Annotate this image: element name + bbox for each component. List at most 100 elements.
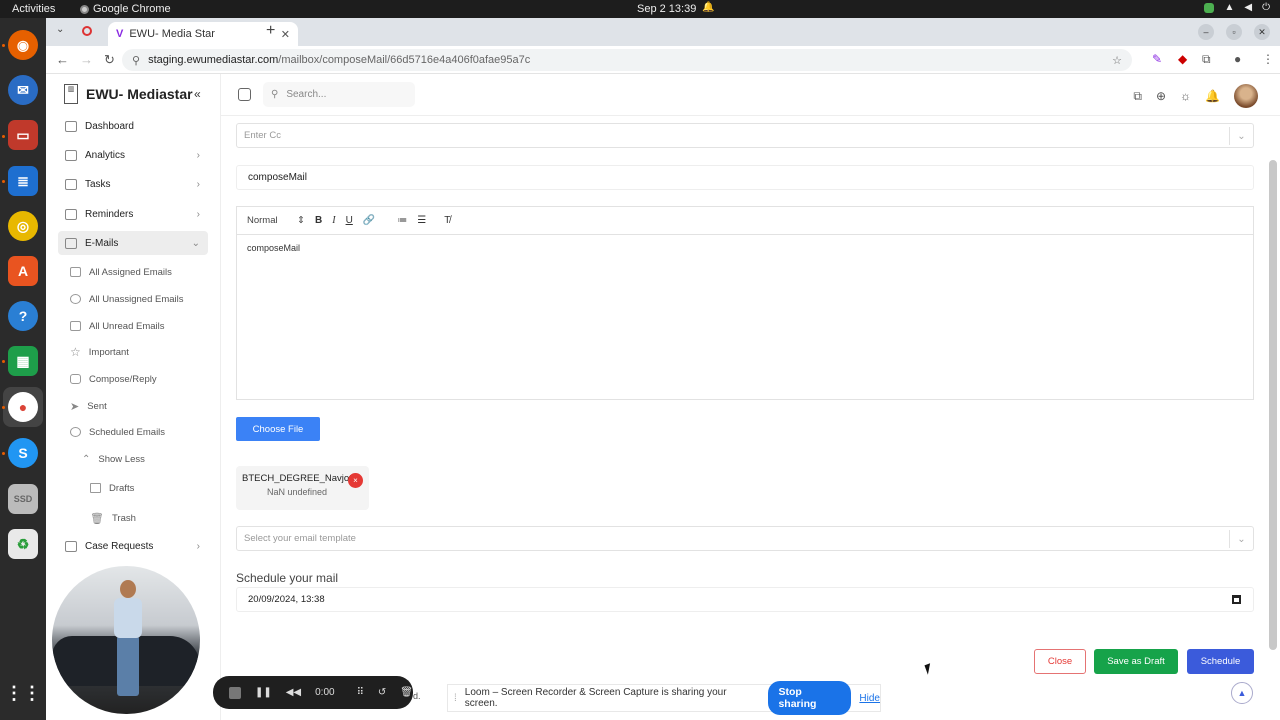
notifications-icon[interactable]: 🔔 [1205,89,1220,103]
sidebar-item-case-requests[interactable]: Case Requests › [58,534,208,558]
chrome-dock-icon[interactable]: ● [8,392,38,422]
sidebar-item-analytics[interactable]: Analytics › [58,143,208,167]
clear-format-icon[interactable]: T̸ [444,215,450,226]
skype-icon[interactable]: S [8,438,38,468]
ordered-list-icon[interactable]: ≔ [397,215,407,226]
theme-sun-icon[interactable]: ☼ [1180,89,1191,103]
drag-handle-icon[interactable]: ⠿ [357,687,364,698]
remove-attachment-icon[interactable]: × [348,473,363,488]
sidebar-sub-label: Important [88,346,129,358]
schedule-button[interactable]: Schedule [1187,649,1254,674]
calendar-picker-icon[interactable] [1232,595,1241,604]
share-message: Loom – Screen Recorder & Screen Capture … [464,687,727,709]
user-avatar[interactable] [1234,84,1258,108]
schedule-datetime-input[interactable]: 20/09/2024, 13:38 [236,587,1254,612]
tab-search-icon[interactable]: ⌄ [56,24,64,35]
page-scrollbar[interactable] [1269,160,1277,650]
sidebar-item-emails[interactable]: E-Mails ⌄ [58,231,208,255]
activities-button[interactable]: Activities [12,3,55,15]
loom-camera-bubble[interactable] [52,566,200,714]
chrome-menu-icon[interactable]: ⋮ [1262,52,1274,66]
close-button[interactable]: Close [1034,649,1086,674]
sidebar-show-less[interactable]: ⌃ Show Less [82,449,222,469]
underline-icon[interactable]: U [346,215,353,226]
reload-button[interactable]: ↻ [104,52,115,68]
chevron-down-icon[interactable]: ⌄ [1229,530,1253,548]
firefox-icon[interactable]: ◉ [8,30,38,60]
rewind-icon[interactable]: ◀◀ [286,687,301,698]
maximize-button[interactable]: ▫ [1226,24,1242,40]
profile-icon[interactable]: ● [1234,52,1241,66]
extension-badge-icon[interactable]: ◆ [1178,52,1187,66]
template-select[interactable]: Select your email template ⌄ [236,526,1254,551]
back-button[interactable]: ← [56,52,69,67]
search-input[interactable]: ⚲ Search... [263,82,415,107]
bookmark-star-icon[interactable]: ☆ [1112,54,1122,67]
restart-icon[interactable]: ↺ [378,687,386,698]
sidebar-sub-all-assigned[interactable]: All Assigned Emails [70,262,210,282]
thunderbird-icon[interactable]: ✉ [8,75,38,105]
collapse-sidebar-icon[interactable]: « [194,87,201,101]
chevron-right-icon: › [196,540,200,552]
trash-icon[interactable]: ♻ [8,529,38,559]
site-info-icon[interactable]: ⚲ [132,54,140,67]
sidebar-sub-important[interactable]: ☆ Important [70,342,210,362]
clock[interactable]: Sep 2 13:39 [637,3,696,15]
address-bar[interactable]: ⚲ staging.ewumediastar.com/mailbox/compo… [122,49,1132,71]
link-icon[interactable]: 🔗 [363,215,375,226]
tab-close-icon[interactable]: ✕ [281,28,290,41]
sidebar-sub-scheduled[interactable]: Scheduled Emails [70,422,210,442]
drag-handle-icon[interactable]: ⁞ [454,693,457,704]
minimize-button[interactable]: – [1198,24,1214,40]
trash-can-icon: 🗑 [90,512,104,525]
sidebar-item-dashboard[interactable]: Dashboard [58,114,208,138]
ssd-drive-icon[interactable]: SSD [8,484,38,514]
save-draft-button[interactable]: Save as Draft [1094,649,1178,674]
chat-icon[interactable]: ⧉ [1133,89,1142,104]
italic-icon[interactable]: I [332,215,335,226]
chevron-down-icon[interactable]: ⌄ [1229,127,1253,145]
sidebar-sub-all-unread[interactable]: All Unread Emails [70,316,210,336]
subject-field[interactable]: composeMail [236,165,1254,190]
bullet-list-icon[interactable]: ☰ [417,215,426,226]
sidebar-sub-drafts[interactable]: Drafts [90,478,230,498]
show-apps-icon[interactable]: ⋮⋮ [5,678,41,708]
writer-icon[interactable]: ≣ [8,166,38,196]
pause-icon[interactable]: ❚❚ [255,687,272,698]
recording-timer: 0:00 [315,687,335,698]
forward-button[interactable]: → [80,52,93,67]
rhythmbox-icon[interactable]: ◎ [8,211,38,241]
hide-banner-link[interactable]: Hide [859,693,880,704]
cc-select[interactable]: Enter Cc ⌄ [236,123,1254,148]
camera-person-shape [114,580,142,700]
sidebar-sub-sent[interactable]: ➤ Sent [70,396,210,416]
help-icon[interactable]: ? [8,301,38,331]
stop-sharing-button[interactable]: Stop sharing [768,681,852,715]
system-tray[interactable]: ▲ ◀ ⏻ [1204,2,1270,13]
extensions-puzzle-icon[interactable]: ⧉ [1202,52,1211,67]
active-app-menu[interactable]: Google Chrome [80,3,171,15]
sidebar-item-tasks[interactable]: Tasks › [58,172,208,196]
sidebar-item-label: Tasks [85,178,111,190]
app-center-icon[interactable]: A [8,256,38,286]
sidebar-item-label: Dashboard [85,120,134,132]
sidebar-sub-all-unassigned[interactable]: All Unassigned Emails [70,289,210,309]
stop-recording-button[interactable] [229,686,241,699]
choose-file-button[interactable]: Choose File [236,417,320,441]
format-select[interactable]: Normal ⇕ [247,215,305,226]
files-icon[interactable]: ▭ [8,120,38,150]
sidebar-sub-compose[interactable]: Compose/Reply [70,369,210,389]
close-window-button[interactable]: ✕ [1254,24,1270,40]
scroll-top-icon[interactable]: ▲ [1231,682,1253,704]
add-circle-icon[interactable]: ⊕ [1156,89,1166,103]
pen-extension-icon[interactable]: ✎ [1152,52,1162,66]
new-tab-button[interactable]: + [266,22,275,40]
calendar-icon[interactable] [238,88,251,101]
bold-icon[interactable]: B [315,215,322,226]
sidebar-sub-trash[interactable]: 🗑 Trash [90,508,230,528]
sidebar-item-reminders[interactable]: Reminders › [58,202,208,226]
delete-recording-icon[interactable]: 🗑 [400,687,413,698]
calc-icon[interactable]: ▦ [8,346,38,376]
sidebar-sub-label: Trash [111,512,136,524]
editor-body[interactable]: composeMail [237,235,1253,261]
